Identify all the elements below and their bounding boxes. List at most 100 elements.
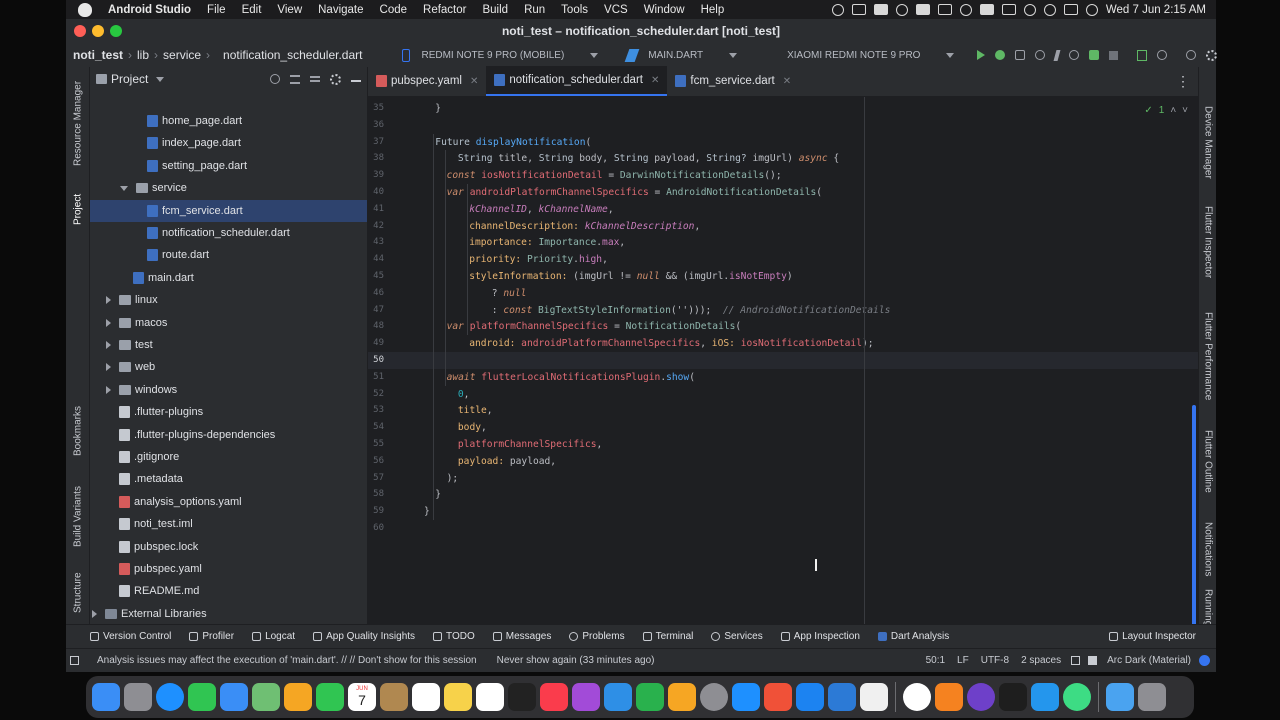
editor-scrollbar[interactable] xyxy=(1192,405,1196,641)
status-message[interactable]: Analysis issues may affect the execution… xyxy=(91,655,483,666)
tree-item[interactable]: route.dart xyxy=(90,244,367,266)
apple-icon[interactable] xyxy=(78,2,92,17)
tool-layout-inspector[interactable]: Layout Inspector xyxy=(1100,631,1216,642)
readonly-lock-icon[interactable] xyxy=(1071,656,1081,665)
project-panel-title[interactable]: Project xyxy=(111,72,148,86)
trash-icon[interactable] xyxy=(1138,683,1166,711)
status-indent[interactable]: 2 spaces xyxy=(1015,655,1067,666)
vpn-icon[interactable] xyxy=(895,3,908,16)
numbers-icon[interactable] xyxy=(636,683,664,711)
tool-dart-analysis[interactable]: Dart Analysis xyxy=(869,631,958,642)
code-line[interactable]: } xyxy=(435,486,441,503)
tree-item[interactable]: home_page.dart xyxy=(90,110,367,132)
device-manager-icon[interactable] xyxy=(1137,49,1148,61)
profile-icon[interactable] xyxy=(1035,50,1046,60)
tree-item[interactable]: .flutter-plugins xyxy=(90,401,367,423)
terminal-icon[interactable] xyxy=(999,683,1027,711)
code-line[interactable]: priority: Priority. high, xyxy=(469,251,608,268)
chevron-right-icon[interactable] xyxy=(106,385,111,394)
music-icon[interactable] xyxy=(540,683,568,711)
run-icon[interactable] xyxy=(977,50,986,60)
menu-window[interactable]: Window xyxy=(636,4,693,16)
photos-icon[interactable] xyxy=(284,683,312,711)
chevron-right-icon[interactable] xyxy=(106,318,111,327)
chevron-down-icon[interactable] xyxy=(120,185,128,191)
tree-item[interactable]: index_page.dart xyxy=(90,132,367,154)
debug-icon[interactable] xyxy=(995,50,1006,60)
code-line[interactable]: Future displayNotification( xyxy=(435,134,591,151)
device-manager-tab[interactable]: Device Manager xyxy=(1199,97,1217,187)
chevron-right-icon[interactable] xyxy=(92,609,97,618)
code-line[interactable]: platformChannelSpecifics, xyxy=(458,436,602,453)
notifications-tab[interactable]: Notifications xyxy=(1199,513,1217,585)
close-window-button[interactable] xyxy=(74,25,86,37)
spotlight-icon[interactable] xyxy=(1043,3,1056,16)
code-line[interactable]: const iosNotificationDetail = DarwinNoti… xyxy=(447,167,782,184)
github-desktop-icon[interactable] xyxy=(967,683,995,711)
expand-all-icon[interactable] xyxy=(290,74,301,84)
alert-icon[interactable] xyxy=(915,4,930,15)
window-icon[interactable] xyxy=(937,4,952,15)
status-never-show[interactable]: Never show again (33 minutes ago) xyxy=(491,655,661,666)
system-settings-icon[interactable] xyxy=(700,683,728,711)
hot-restart-icon[interactable] xyxy=(1069,50,1080,60)
code-line[interactable]: var platformChannelSpecifics = Notificat… xyxy=(447,318,742,335)
upload-icon[interactable] xyxy=(873,4,888,15)
tool-profiler[interactable]: Profiler xyxy=(180,631,243,642)
menu-app-name[interactable]: Android Studio xyxy=(100,4,199,16)
status-caret-position[interactable]: 50:1 xyxy=(920,655,951,666)
tree-item[interactable]: fcm_service.dart xyxy=(90,199,367,222)
resource-manager-tab[interactable]: Resource Manager xyxy=(66,73,90,173)
tree-item[interactable]: web xyxy=(90,356,367,378)
tree-item[interactable]: .gitignore xyxy=(90,446,367,468)
close-icon[interactable]: ✕ xyxy=(783,76,791,87)
tab-fcm-service[interactable]: fcm_service.dart ✕ xyxy=(667,66,799,96)
app-store-icon[interactable] xyxy=(732,683,760,711)
code-line[interactable]: body, xyxy=(458,419,487,436)
breadcrumb-lib[interactable]: lib xyxy=(132,48,154,62)
messages-icon[interactable] xyxy=(188,683,216,711)
tree-item[interactable]: pubspec.lock xyxy=(90,536,367,558)
tool-app-inspection[interactable]: App Inspection xyxy=(772,631,869,642)
code-line[interactable]: String title, String body, String payloa… xyxy=(458,150,839,167)
chrome-icon[interactable] xyxy=(903,683,931,711)
gear-icon[interactable] xyxy=(1206,49,1218,61)
tab-notification-scheduler[interactable]: notification_scheduler.dart ✕ xyxy=(486,66,668,96)
tree-item[interactable]: setting_page.dart xyxy=(90,155,367,177)
menu-build[interactable]: Build xyxy=(474,4,516,16)
code-line[interactable]: channelDescription: kChannelDescription, xyxy=(469,218,700,235)
battery-icon[interactable] xyxy=(1001,4,1016,15)
code-line[interactable]: importance: Importance. max, xyxy=(469,234,625,251)
launchpad-icon[interactable] xyxy=(124,683,152,711)
textedit-icon[interactable] xyxy=(860,683,888,711)
flutter-performance-tab[interactable]: Flutter Performance xyxy=(1199,301,1217,411)
code-line[interactable]: var androidPlatformChannelSpecifics = An… xyxy=(447,184,822,201)
gear-icon[interactable] xyxy=(330,73,342,85)
tree-item[interactable]: analysis_options.yaml xyxy=(90,491,367,513)
breadcrumb-project[interactable]: noti_test xyxy=(68,48,128,62)
siri-icon[interactable] xyxy=(1085,3,1098,16)
tree-item[interactable]: pubspec.yaml xyxy=(90,558,367,580)
collapse-all-icon[interactable] xyxy=(310,76,321,82)
tv-icon[interactable] xyxy=(508,683,536,711)
close-icon[interactable]: ✕ xyxy=(470,76,478,87)
tab-pubspec-yaml[interactable]: pubspec.yaml ✕ xyxy=(368,66,486,96)
tool-services[interactable]: Services xyxy=(702,631,771,642)
apply-changes-icon[interactable] xyxy=(1089,50,1100,60)
reminders-icon[interactable] xyxy=(412,683,440,711)
menu-edit[interactable]: Edit xyxy=(234,4,270,16)
code-line[interactable]: payload: payload, xyxy=(458,453,556,470)
facetime-icon[interactable] xyxy=(316,683,344,711)
finder-icon[interactable] xyxy=(92,683,120,711)
code-line[interactable]: : const BigTextStyleInformation (''))); /… xyxy=(492,302,891,319)
menu-help[interactable]: Help xyxy=(693,4,733,16)
code-line[interactable]: android: androidPlatformChannelSpecifics… xyxy=(469,335,873,352)
chevron-down-icon[interactable] xyxy=(156,76,165,82)
code-line[interactable]: } xyxy=(424,503,430,520)
menu-navigate[interactable]: Navigate xyxy=(310,4,371,16)
code-line[interactable]: styleInformation: (imgUrl != null && (im… xyxy=(469,268,792,285)
tool-todo[interactable]: TODO xyxy=(424,631,484,642)
code-area[interactable]: } Future displayNotification(String title… xyxy=(412,97,1198,624)
record-icon[interactable] xyxy=(831,3,844,16)
menu-view[interactable]: View xyxy=(269,4,310,16)
